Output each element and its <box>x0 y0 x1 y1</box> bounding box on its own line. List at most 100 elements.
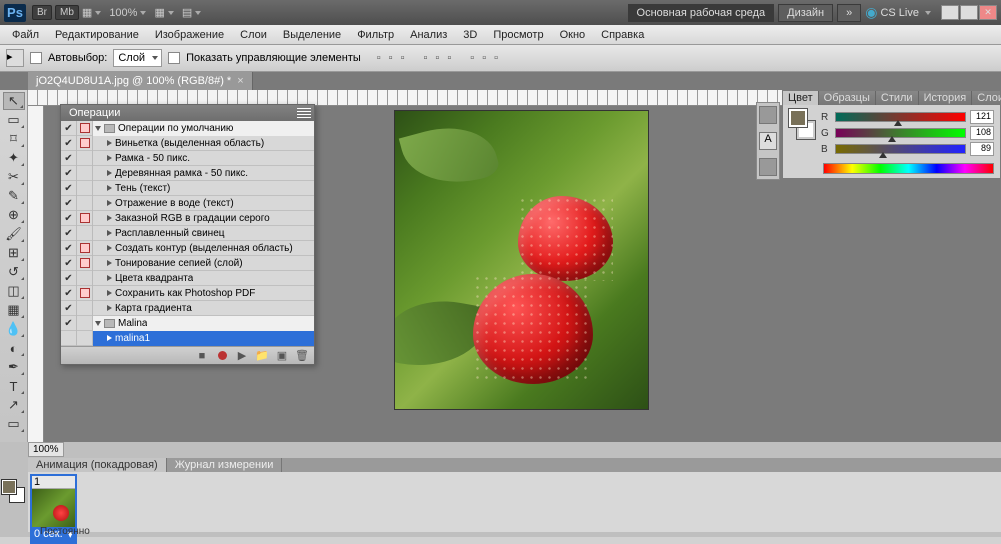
loop-mode[interactable]: Постоянно <box>40 526 90 537</box>
autoselect-combo[interactable]: Слой <box>113 49 162 67</box>
record-icon[interactable] <box>216 350 228 362</box>
collapsed-panel-icon[interactable]: A <box>759 132 777 150</box>
menu-window[interactable]: Окно <box>552 27 594 43</box>
history-brush-tool[interactable]: ↺ <box>3 263 25 281</box>
menu-view[interactable]: Просмотр <box>485 27 551 43</box>
value-b[interactable]: 89 <box>970 142 994 156</box>
blur-tool[interactable]: 💧 <box>3 320 25 338</box>
cslive-button[interactable]: ◉CS Live <box>865 4 931 21</box>
view-extras-drop[interactable]: ▦ <box>82 6 101 19</box>
eraser-tool[interactable]: ◫ <box>3 282 25 300</box>
workspace-primary-button[interactable]: Основная рабочая среда <box>628 4 775 22</box>
slider-g[interactable]: G108 <box>821 125 994 141</box>
menu-edit[interactable]: Редактирование <box>47 27 147 43</box>
new-set-icon[interactable]: 📁 <box>256 350 268 362</box>
action-item-selected[interactable]: malina1 <box>61 331 314 346</box>
minibridge-button[interactable]: Mb <box>55 5 79 20</box>
doctab-close-icon[interactable]: × <box>237 75 243 87</box>
action-item[interactable]: ✔Тень (текст) <box>61 181 314 196</box>
action-item[interactable]: ✔Отражение в воде (текст) <box>61 196 314 211</box>
action-item[interactable]: ✔Заказной RGB в градации серого <box>61 211 314 226</box>
close-button[interactable]: ✕ <box>979 5 997 20</box>
action-item[interactable]: ✔Расплавленный свинец <box>61 226 314 241</box>
action-item[interactable]: ✔Виньетка (выделенная область) <box>61 136 314 151</box>
menu-image[interactable]: Изображение <box>147 27 232 43</box>
color-swatch[interactable] <box>2 480 24 502</box>
tab-styles[interactable]: Стили <box>876 91 919 105</box>
action-item[interactable]: ✔Карта градиента <box>61 301 314 316</box>
align-icons[interactable]: ▫▫▫ ▫▫▫ ▫▫▫ <box>377 52 506 64</box>
menu-analysis[interactable]: Анализ <box>402 27 455 43</box>
heal-tool[interactable]: ⊕ <box>3 206 25 224</box>
lasso-tool[interactable]: ⌑ <box>3 130 25 148</box>
gradient-tool[interactable]: ▦ <box>3 301 25 319</box>
bridge-button[interactable]: Br <box>32 5 52 20</box>
marquee-tool[interactable]: ▭ <box>3 111 25 129</box>
action-label: Создать контур (выделенная область) <box>115 243 293 254</box>
show-controls-checkbox[interactable] <box>168 52 180 64</box>
pen-tool[interactable]: ✒ <box>3 358 25 376</box>
screen-mode-drop[interactable]: ▤ <box>182 6 201 19</box>
action-item[interactable]: ✔Цвета квадранта <box>61 271 314 286</box>
color-spectrum[interactable] <box>823 163 994 174</box>
menu-3d[interactable]: 3D <box>455 27 485 43</box>
actions-title: Операции <box>69 107 120 119</box>
path-tool[interactable]: ↗ <box>3 396 25 414</box>
document-tab[interactable]: jO2Q4UD8U1A.jpg @ 100% (RGB/8#) *× <box>28 72 253 90</box>
stamp-tool[interactable]: ⊞ <box>3 244 25 262</box>
panel-menu-icon[interactable] <box>297 108 311 118</box>
arrange-drop[interactable]: ▦ <box>154 6 173 19</box>
menu-layers[interactable]: Слои <box>232 27 275 43</box>
slider-r[interactable]: R121 <box>821 109 994 125</box>
shape-tool[interactable]: ▭ <box>3 415 25 433</box>
dodge-tool[interactable]: ◐ <box>3 339 25 357</box>
action-set-default[interactable]: ✔Операции по умолчанию <box>61 121 314 136</box>
wand-tool[interactable]: ✦ <box>3 149 25 167</box>
stop-icon[interactable]: ■ <box>196 350 208 362</box>
actions-tab[interactable]: Операции <box>61 105 314 121</box>
value-g[interactable]: 108 <box>970 126 994 140</box>
autoselect-checkbox[interactable] <box>30 52 42 64</box>
workspace-secondary-button[interactable]: Дизайн <box>778 4 833 22</box>
action-set-custom[interactable]: ✔Malina <box>61 316 314 331</box>
eyedropper-tool[interactable]: ✎ <box>3 187 25 205</box>
trash-icon[interactable]: 🗑 <box>296 350 308 362</box>
type-tool[interactable]: T <box>3 377 25 395</box>
action-item[interactable]: ✔Тонирование сепией (слой) <box>61 256 314 271</box>
status-zoom[interactable]: 100% <box>28 442 64 457</box>
color-fgbg[interactable] <box>789 109 815 139</box>
action-label: Цвета квадранта <box>115 273 193 284</box>
action-item[interactable]: ✔Сохранить как Photoshop PDF <box>61 286 314 301</box>
value-r[interactable]: 121 <box>970 110 994 124</box>
right-dock: A Цвет Образцы Стили История Слои Контур… <box>756 90 1001 180</box>
menu-file[interactable]: Файл <box>4 27 47 43</box>
tab-animation[interactable]: Анимация (покадровая) <box>28 458 167 472</box>
current-tool-icon[interactable]: ▸ <box>6 49 24 67</box>
workspace-more-button[interactable]: » <box>837 4 861 22</box>
tab-history[interactable]: История <box>919 91 973 105</box>
zoom-level-drop[interactable]: 100% <box>109 7 146 19</box>
play-icon[interactable]: ▶ <box>236 350 248 362</box>
crop-tool[interactable]: ✂ <box>3 168 25 186</box>
minimize-button[interactable]: ─ <box>941 5 959 20</box>
tab-measure-log[interactable]: Журнал измерении <box>167 458 283 472</box>
collapsed-panel-icon[interactable] <box>759 158 777 176</box>
collapsed-panel-icon[interactable] <box>759 106 777 124</box>
tab-layers[interactable]: Слои <box>972 91 1001 105</box>
action-item[interactable]: ✔Деревянная рамка - 50 пикс. <box>61 166 314 181</box>
slider-b[interactable]: B89 <box>821 141 994 157</box>
tab-swatches[interactable]: Образцы <box>819 91 876 105</box>
action-item[interactable]: ✔Рамка - 50 пикс. <box>61 151 314 166</box>
action-item[interactable]: ✔Создать контур (выделенная область) <box>61 241 314 256</box>
action-label: Карта градиента <box>115 303 192 314</box>
document-image[interactable] <box>394 110 649 410</box>
new-action-icon[interactable]: ▣ <box>276 350 288 362</box>
menu-help[interactable]: Справка <box>593 27 652 43</box>
menu-filter[interactable]: Фильтр <box>349 27 402 43</box>
restore-button[interactable]: ❐ <box>960 5 978 20</box>
menubar: Файл Редактирование Изображение Слои Выд… <box>0 25 1001 45</box>
brush-tool[interactable]: 🖌 <box>3 225 25 243</box>
tab-color[interactable]: Цвет <box>783 91 819 105</box>
menu-select[interactable]: Выделение <box>275 27 349 43</box>
move-tool[interactable]: ↖ <box>3 92 25 110</box>
